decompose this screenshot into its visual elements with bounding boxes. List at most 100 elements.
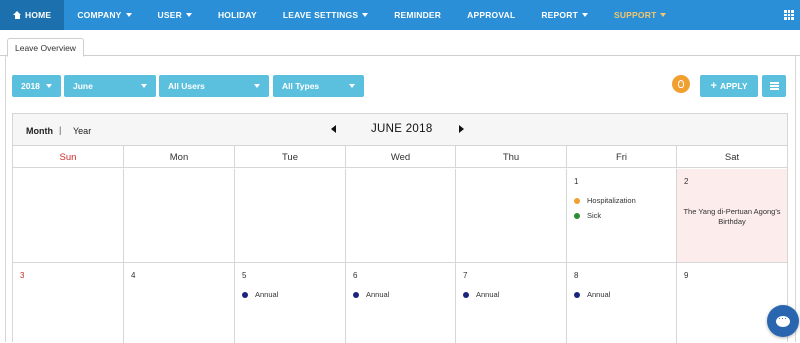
leave-calendar: Month | Year JUNE 2018 Sun Mon Tue Wed T… [12, 113, 788, 343]
users-select[interactable]: All Users [159, 75, 269, 97]
chevron-down-icon [125, 13, 132, 17]
weekday-wed: Wed [346, 146, 456, 168]
nav-company-label: COMPANY [77, 10, 122, 20]
year-select[interactable]: 2018 [12, 75, 61, 97]
chevron-down-icon [581, 13, 588, 17]
nav-home-label: HOME [25, 10, 52, 20]
tab-leave-overview[interactable]: Leave Overview [7, 38, 84, 57]
leave-dot [242, 291, 248, 298]
calendar-day[interactable] [346, 169, 456, 262]
apply-button[interactable]: + APPLY [700, 75, 758, 97]
chevron-down-icon [185, 13, 192, 17]
nav-holiday[interactable]: HOLIDAY [205, 0, 270, 30]
calendar-day[interactable]: 4 [124, 263, 235, 343]
leave-event-label: Annual [476, 290, 500, 299]
calendar-day[interactable]: 7 Annual [456, 263, 567, 343]
day-number: 7 [463, 271, 468, 280]
leave-events: Annual [574, 287, 610, 302]
lightbulb-icon[interactable] [672, 75, 690, 93]
leave-event-label: Annual [587, 290, 611, 299]
list-view-button[interactable] [762, 75, 786, 97]
calendar-day[interactable]: 5 Annual [235, 263, 346, 343]
leave-event[interactable]: Annual [463, 287, 499, 302]
calendar-day[interactable] [124, 169, 235, 262]
day-number: 1 [574, 177, 579, 186]
nav-user-label: USER [157, 10, 182, 20]
day-number: 2 [684, 177, 689, 186]
year-select-value: 2018 [21, 81, 40, 91]
calendar-day[interactable]: 6 Annual [346, 263, 456, 343]
leave-dot [574, 212, 580, 219]
list-icon [769, 82, 779, 84]
leave-events: Annual [353, 287, 389, 302]
leave-event-label: Annual [366, 290, 390, 299]
grid-icon[interactable] [784, 10, 794, 20]
weekday-sun: Sun [13, 146, 124, 168]
chevron-down-icon [141, 84, 147, 88]
calendar-day-holiday[interactable]: 2 The Yang di-Pertuan Agong's Birthday [677, 169, 787, 262]
calendar-day[interactable] [235, 169, 346, 262]
nav-leave-settings-label: LEAVE SETTINGS [282, 10, 359, 20]
calendar-day[interactable] [13, 169, 124, 262]
weekday-mon: Mon [124, 146, 235, 168]
types-select[interactable]: All Types [273, 75, 364, 97]
nav-leave-settings[interactable]: LEAVE SETTINGS [270, 0, 381, 30]
nav-holiday-label: HOLIDAY [217, 10, 257, 20]
apply-button-label: APPLY [719, 81, 748, 91]
day-number: 5 [242, 271, 247, 280]
leave-event[interactable]: Annual [242, 287, 278, 302]
nav-reminder-label: REMINDER [394, 10, 442, 20]
calendar-day[interactable]: 3 [13, 263, 124, 343]
leave-event[interactable]: Sick [574, 208, 636, 223]
nav-user[interactable]: USER [145, 0, 205, 30]
leave-event[interactable]: Hospitalization [574, 193, 636, 208]
day-number: 4 [131, 271, 136, 280]
nav-company[interactable]: COMPANY [64, 0, 144, 30]
view-month-toggle[interactable]: Month [26, 126, 53, 136]
nav-reminder[interactable]: REMINDER [381, 0, 454, 30]
nav-approval-label: APPROVAL [467, 10, 516, 20]
leave-dot [574, 291, 580, 298]
chat-icon[interactable] [767, 305, 799, 337]
nav-report-label: REPORT [541, 10, 578, 20]
day-number: 6 [353, 271, 358, 280]
caret-left-icon[interactable] [331, 125, 336, 133]
home-icon [13, 11, 21, 19]
leave-dot [574, 197, 580, 204]
weekday-header: Sun Mon Tue Wed Thu Fri Sat [13, 146, 787, 168]
view-separator: | [59, 125, 62, 135]
caret-right-icon[interactable] [459, 125, 464, 133]
nav-support[interactable]: SUPPORT [601, 0, 680, 30]
chevron-down-icon [660, 13, 667, 17]
tab-bar: Leave Overview [0, 30, 800, 57]
nav-report[interactable]: REPORT [528, 0, 601, 30]
calendar-day[interactable]: 1 Hospitalization Sick [567, 169, 677, 262]
view-year-toggle[interactable]: Year [73, 126, 91, 136]
chevron-down-icon [254, 84, 260, 88]
day-number: 3 [20, 271, 25, 280]
calendar-week: 3 4 5 Annual 6 Annual 7 Annual 8 Annual … [13, 263, 787, 343]
day-number: 8 [574, 271, 579, 280]
chevron-down-icon [349, 84, 355, 88]
leave-event[interactable]: Annual [574, 287, 610, 302]
calendar-day[interactable] [456, 169, 567, 262]
users-select-value: All Users [168, 81, 205, 91]
weekday-tue: Tue [235, 146, 346, 168]
calendar-title: JUNE 2018 [371, 123, 433, 135]
month-select[interactable]: June [64, 75, 156, 97]
chevron-down-icon [46, 84, 52, 88]
nav-approval[interactable]: APPROVAL [454, 0, 528, 30]
weekday-thu: Thu [456, 146, 567, 168]
leave-events: Annual [242, 287, 278, 302]
weekday-fri: Fri [567, 146, 677, 168]
calendar-day[interactable]: 8 Annual [567, 263, 677, 343]
day-number: 9 [684, 271, 689, 280]
chevron-down-icon [362, 13, 369, 17]
calendar-week: 1 Hospitalization Sick 2 The Yang di-Per… [13, 169, 787, 263]
leave-dot [463, 291, 469, 298]
calendar-header: Month | Year JUNE 2018 [13, 114, 787, 146]
nav-home[interactable]: HOME [0, 0, 65, 30]
leave-dot [353, 291, 359, 298]
leave-event[interactable]: Annual [353, 287, 389, 302]
plus-icon: + [710, 80, 717, 92]
